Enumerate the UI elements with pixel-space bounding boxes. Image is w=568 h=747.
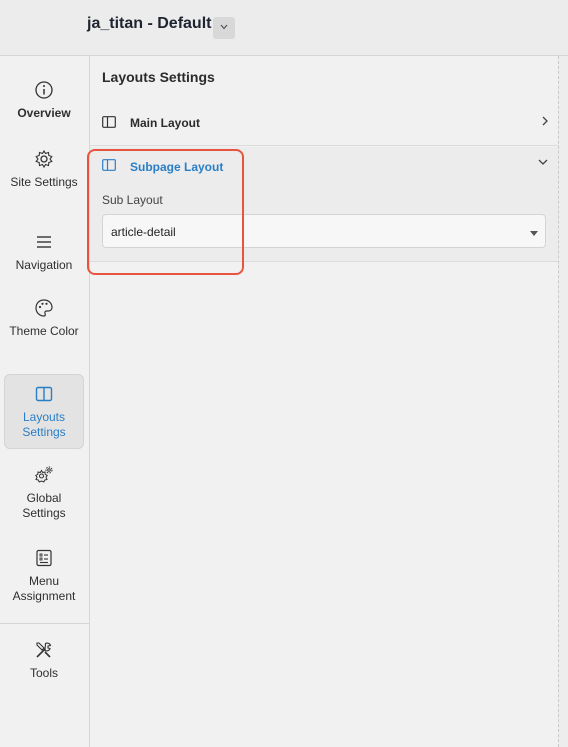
- select-value: article-detail: [111, 225, 176, 239]
- sidebar-item-label: Layouts Settings: [22, 410, 66, 439]
- layout-columns-icon: [102, 116, 116, 128]
- sidebar-divider: [0, 623, 89, 624]
- layout-columns-icon: [102, 159, 116, 171]
- sidebar-item-label: Navigation: [15, 258, 73, 272]
- sidebar-item-tools[interactable]: Tools: [4, 640, 84, 684]
- sidebar-item-label: Tools: [29, 666, 58, 680]
- sidebar-item-global-settings[interactable]: Global Settings: [4, 465, 84, 525]
- sidebar-item-label: Global Settings: [22, 491, 66, 520]
- page-title: Layouts Settings: [102, 69, 215, 85]
- sub-layout-label: Sub Layout: [102, 193, 163, 207]
- section-label: Main Layout: [130, 116, 201, 130]
- hamburger-menu-icon: [37, 236, 51, 248]
- tools-icon: [36, 642, 52, 658]
- main-layout-section[interactable]: Main Layout: [90, 104, 558, 146]
- sub-layout-select[interactable]: article-detail: [102, 214, 546, 248]
- template-style-title: ja_titan - Default: [87, 15, 212, 32]
- gear-icon: [35, 149, 53, 169]
- sidebar-item-label: Theme Color: [9, 324, 79, 338]
- palette-icon: [35, 299, 53, 317]
- sidebar-item-site-settings[interactable]: Site Settings: [4, 149, 84, 209]
- sidebar-item-layouts-settings[interactable]: Layouts Settings: [4, 374, 84, 449]
- sidebar-item-overview[interactable]: Overview: [4, 80, 84, 124]
- sidebar-item-theme-color[interactable]: Theme Color: [4, 298, 84, 358]
- chevron-down-icon[interactable]: [538, 159, 548, 165]
- section-header-toggle[interactable]: Subpage Layout: [130, 160, 223, 174]
- info-circle-icon: [35, 81, 53, 99]
- sidebar-item-label: Site Settings: [10, 175, 78, 189]
- caret-down-icon: [530, 231, 538, 236]
- layouts-settings-panel: Layouts Settings Main Layout Subpage Lay…: [90, 56, 558, 747]
- sidebar-item-menu-assignment[interactable]: Menu Assignment: [4, 548, 84, 608]
- style-dropdown-button[interactable]: [213, 17, 235, 39]
- sidebar-item-navigation[interactable]: Navigation: [4, 232, 84, 276]
- sidebar: Overview Site Settings Navigation Theme …: [0, 56, 90, 747]
- scrollbar-track[interactable]: [558, 56, 568, 747]
- top-bar: ja_titan - Default: [0, 0, 568, 56]
- gears-icon: [35, 466, 53, 483]
- sidebar-item-label: Menu Assignment: [12, 574, 76, 603]
- chevron-right-icon: [542, 116, 548, 126]
- layout-columns-icon: [35, 386, 53, 402]
- chevron-down-icon: [220, 24, 228, 30]
- checklist-icon: [36, 549, 52, 567]
- sidebar-item-label: Overview: [17, 106, 71, 120]
- subpage-layout-section: Subpage Layout Sub Layout article-detail: [90, 147, 558, 262]
